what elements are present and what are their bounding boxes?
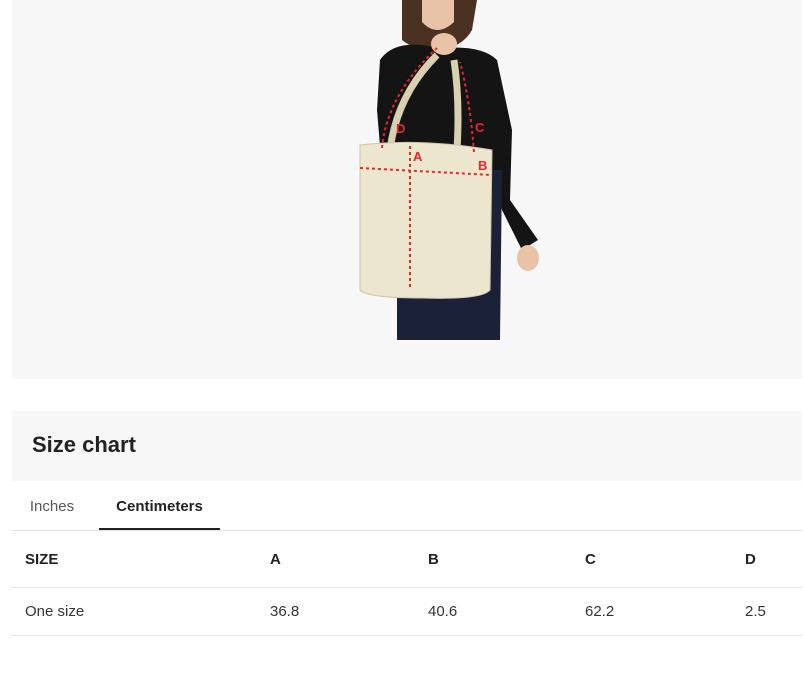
cell-size: One size [12,587,270,636]
cell-d: 2.5 [745,587,802,636]
size-chart-header: Size chart [12,411,802,481]
measure-label-a: A [413,149,423,164]
size-chart-title: Size chart [32,432,136,457]
table-row: One size 36.8 40.6 62.2 2.5 [12,587,802,636]
measure-label-c: C [475,120,485,135]
tote-bag-model-image: A B C D [359,0,539,340]
unit-tabs: Inches Centimeters [12,481,802,531]
measure-label-d: D [396,121,405,136]
cell-c: 62.2 [585,587,745,636]
tab-centimeters[interactable]: Centimeters [99,481,220,530]
measure-label-b: B [478,158,487,173]
column-header-d: D [745,531,802,588]
column-header-size: SIZE [12,531,270,588]
tab-inches[interactable]: Inches [12,481,92,530]
product-image-panel: A B C D [12,0,802,379]
size-chart-table: SIZE A B C D One size 36.8 40.6 62.2 2.5 [12,531,802,636]
column-header-b: B [428,531,585,588]
table-header-row: SIZE A B C D [12,531,802,588]
column-header-a: A [270,531,428,588]
cell-a: 36.8 [270,587,428,636]
cell-b: 40.6 [428,587,585,636]
column-header-c: C [585,531,745,588]
